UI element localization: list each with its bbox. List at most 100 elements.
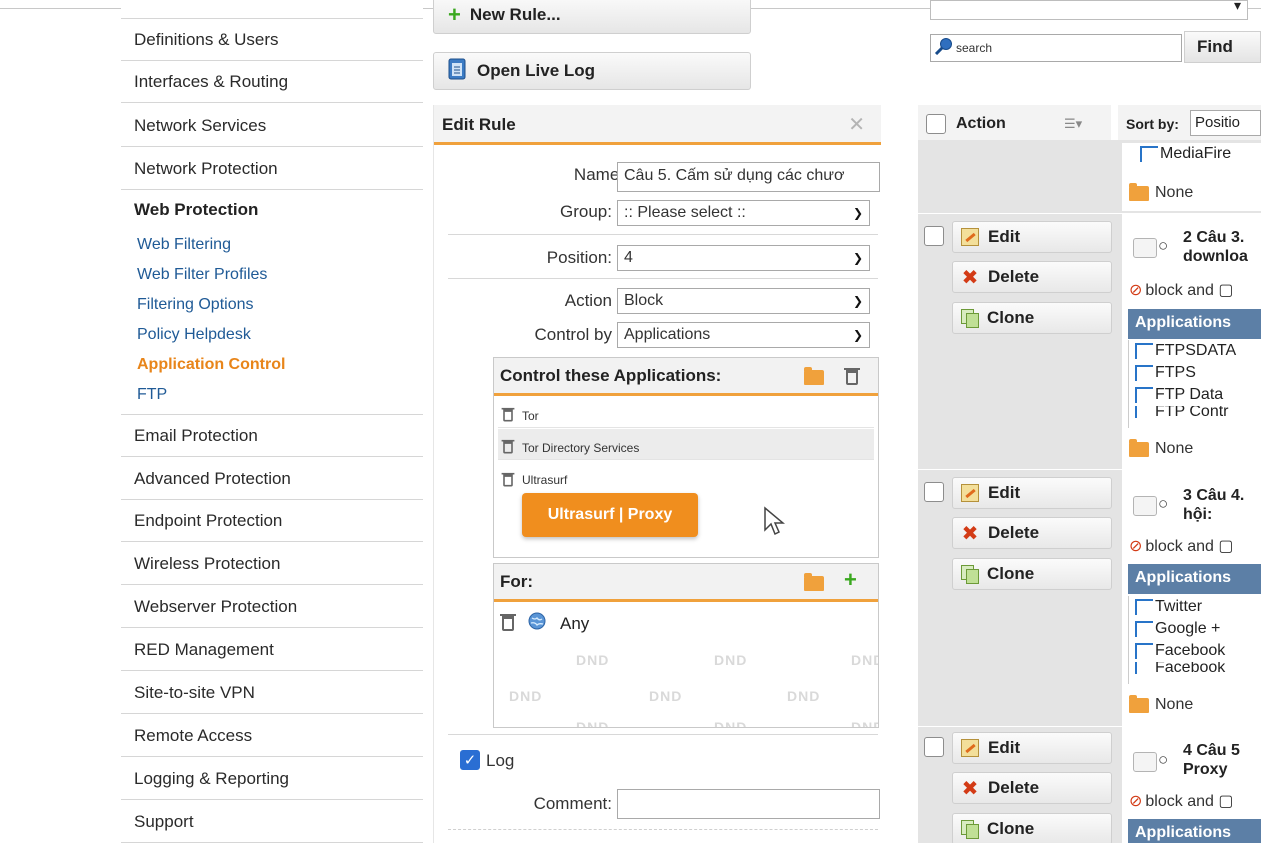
sidebar-subitem-web-filter-profiles[interactable]: Web Filter Profiles bbox=[137, 266, 267, 284]
trash-icon[interactable] bbox=[501, 439, 515, 454]
sidebar-item-red-management[interactable]: RED Management bbox=[121, 629, 423, 671]
delete-button-label: Delete bbox=[988, 267, 1040, 286]
new-rule-label: New Rule... bbox=[469, 5, 561, 24]
sidebar-item-label: Support bbox=[134, 811, 194, 831]
find-button[interactable]: Find bbox=[1184, 31, 1261, 63]
delete-button[interactable]: ✖ Delete bbox=[952, 772, 1112, 804]
rule-action-label: block and bbox=[1145, 538, 1214, 555]
select-all-checkbox[interactable] bbox=[926, 114, 946, 134]
application-icon bbox=[1135, 643, 1153, 659]
edit-button[interactable]: Edit bbox=[952, 732, 1112, 764]
trash-icon[interactable] bbox=[501, 407, 515, 422]
action-select[interactable]: Block ❯ bbox=[617, 288, 870, 314]
rule-status-toggle[interactable] bbox=[1133, 496, 1157, 516]
sidebar-item-endpoint-protection[interactable]: Endpoint Protection bbox=[121, 500, 423, 542]
sidebar-item-label: Network Services bbox=[134, 115, 267, 135]
list-item[interactable]: Any bbox=[500, 612, 590, 635]
sidebar-subitem-filtering-options[interactable]: Filtering Options bbox=[137, 296, 254, 314]
delete-button[interactable]: ✖ Delete bbox=[952, 517, 1112, 549]
clone-button[interactable]: Clone bbox=[952, 302, 1112, 334]
filter-select[interactable]: ▾ bbox=[930, 0, 1248, 20]
position-select[interactable]: 4 ❯ bbox=[617, 245, 870, 271]
new-rule-button[interactable]: + New Rule... bbox=[433, 0, 751, 34]
list-item: Twitter bbox=[1129, 596, 1261, 618]
rule-action-label: block and bbox=[1145, 793, 1214, 810]
clone-button-label: Clone bbox=[987, 564, 1035, 583]
action-select-value: Block bbox=[624, 292, 664, 309]
comment-field[interactable] bbox=[617, 789, 880, 819]
edit-button[interactable]: Edit bbox=[952, 477, 1112, 509]
sidebar-subitem-web-filtering[interactable]: Web Filtering bbox=[137, 236, 231, 254]
chevron-down-icon: ❯ bbox=[852, 328, 863, 342]
close-icon[interactable]: ✕ bbox=[848, 112, 865, 137]
sidebar-item-label: Logging & Reporting bbox=[134, 768, 290, 788]
sidebar-item-support[interactable]: Support bbox=[121, 801, 423, 843]
sidebar-subitem-policy-helpdesk[interactable]: Policy Helpdesk bbox=[137, 326, 251, 344]
clone-button[interactable]: Clone bbox=[952, 813, 1112, 843]
folder-icon[interactable] bbox=[804, 367, 824, 385]
sidebar-item-interfaces-routing[interactable]: Interfaces & Routing bbox=[121, 61, 423, 103]
sidebar-item-wireless-protection[interactable]: Wireless Protection bbox=[121, 543, 423, 585]
edit-button[interactable]: Edit bbox=[952, 221, 1112, 253]
sidebar-item-email-protection[interactable]: Email Protection bbox=[121, 415, 423, 457]
position-select-value: 4 bbox=[624, 249, 633, 266]
dnd-placeholder: DND bbox=[714, 652, 748, 668]
app-name: FTP Data bbox=[1155, 386, 1224, 403]
rule-select-checkbox[interactable] bbox=[924, 482, 944, 502]
rule-status-toggle[interactable] bbox=[1133, 238, 1157, 258]
rule-title-line2: hội: bbox=[1183, 506, 1213, 523]
open-live-log-label: Open Live Log bbox=[477, 61, 596, 80]
sidebar-nav: Definitions & Users Interfaces & Routing… bbox=[121, 0, 423, 843]
delete-button-label: Delete bbox=[988, 523, 1040, 542]
sidebar-item-definitions-users[interactable]: Definitions & Users bbox=[121, 19, 423, 61]
list-item[interactable]: Ultrasurf bbox=[498, 461, 874, 492]
sidebar-subitem-application-control[interactable]: Application Control bbox=[137, 356, 285, 374]
chevron-down-icon: ❯ bbox=[852, 206, 863, 220]
search-input[interactable]: search bbox=[930, 34, 1182, 62]
plus-icon[interactable]: + bbox=[844, 567, 857, 593]
edit-rule-title: Edit Rule bbox=[442, 115, 516, 134]
list-item[interactable]: Tor Directory Services bbox=[498, 429, 874, 460]
search-placeholder: search bbox=[956, 41, 993, 55]
trash-icon[interactable] bbox=[500, 614, 516, 631]
edit-button-label: Edit bbox=[988, 738, 1021, 757]
sidebar-item-webserver-protection[interactable]: Webserver Protection bbox=[121, 586, 423, 628]
rule-select-checkbox[interactable] bbox=[924, 737, 944, 757]
control-applications-title: Control these Applications: bbox=[500, 366, 722, 385]
block-icon: ⊘ bbox=[1129, 282, 1143, 299]
trash-icon[interactable] bbox=[844, 368, 860, 385]
control-by-select[interactable]: Applications ❯ bbox=[617, 322, 870, 348]
sidebar-item-remote-access[interactable]: Remote Access bbox=[121, 715, 423, 757]
rule-status-toggle[interactable] bbox=[1133, 752, 1157, 772]
log-checkbox[interactable]: ✓ bbox=[460, 750, 480, 770]
sidebar-group-title[interactable]: Web Protection bbox=[134, 200, 258, 220]
sidebar-item-site-to-site-vpn[interactable]: Site-to-site VPN bbox=[121, 672, 423, 714]
app-name: Facebook bbox=[1155, 642, 1226, 659]
trash-icon[interactable] bbox=[501, 472, 515, 486]
sort-select[interactable]: Positio bbox=[1190, 110, 1261, 136]
column-menu-icon[interactable]: ☰▾ bbox=[1064, 116, 1082, 132]
sidebar-subitem-ftp[interactable]: FTP bbox=[137, 386, 167, 404]
sidebar-item-label: Interfaces & Routing bbox=[134, 71, 289, 91]
rule-select-checkbox[interactable] bbox=[924, 226, 944, 246]
applications-header: Applications bbox=[1128, 309, 1261, 339]
delete-x-icon: ✖ bbox=[961, 522, 979, 545]
sidebar-item-network-protection[interactable]: Network Protection bbox=[121, 148, 423, 190]
open-live-log-button[interactable]: Open Live Log bbox=[433, 52, 751, 90]
for-any-label: Any bbox=[560, 613, 590, 633]
sidebar-item-logging-reporting[interactable]: Logging & Reporting bbox=[121, 758, 423, 800]
applications-header: Applications bbox=[1128, 564, 1261, 594]
delete-button[interactable]: ✖ Delete bbox=[952, 261, 1112, 293]
group-select[interactable]: :: Please select :: ❯ bbox=[617, 200, 870, 226]
edit-icon bbox=[961, 228, 979, 246]
sidebar-item-network-services[interactable]: Network Services bbox=[121, 105, 423, 147]
clone-button[interactable]: Clone bbox=[952, 558, 1112, 590]
list-item[interactable]: Tor bbox=[498, 397, 874, 428]
folder-icon[interactable] bbox=[804, 573, 824, 591]
name-field[interactable]: Câu 5. Cấm sử dụng các chươ bbox=[617, 162, 880, 192]
search-icon bbox=[934, 37, 954, 60]
edit-button-label: Edit bbox=[988, 483, 1021, 502]
sidebar-item-advanced-protection[interactable]: Advanced Protection bbox=[121, 458, 423, 500]
app-name: Ultrasurf bbox=[522, 473, 568, 487]
dragged-application-chip[interactable]: Ultrasurf | Proxy bbox=[522, 493, 698, 537]
